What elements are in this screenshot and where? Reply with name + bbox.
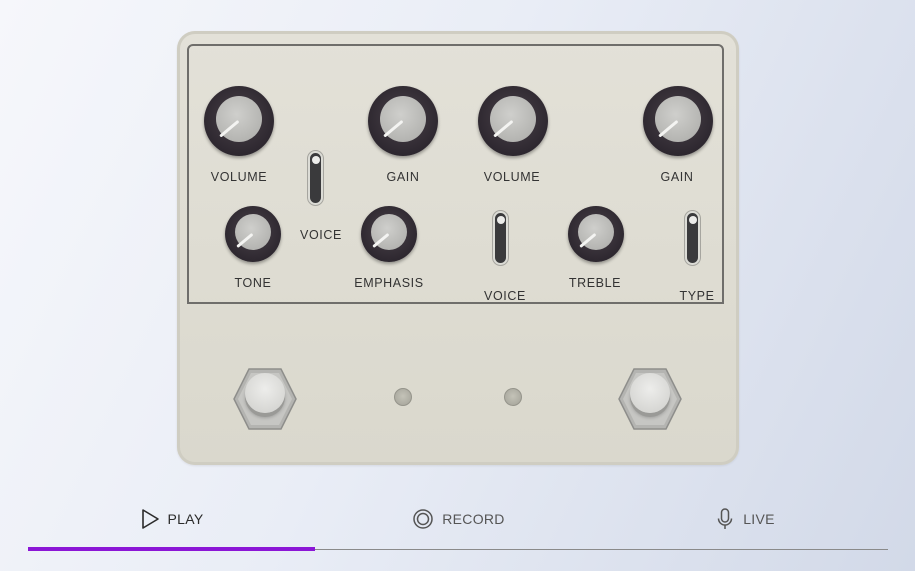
volume-label-right: VOLUME	[483, 170, 541, 184]
tab-play-label: PLAY	[167, 511, 204, 527]
treble-knob[interactable]	[568, 206, 624, 262]
tab-play[interactable]: PLAY	[28, 490, 315, 548]
volume-knob-right[interactable]	[478, 86, 548, 156]
led-left	[394, 388, 412, 406]
footswitch-right[interactable]	[618, 367, 682, 431]
tab-record[interactable]: RECORD	[315, 490, 602, 548]
volume-label-left: VOLUME	[210, 170, 268, 184]
gain-label-right: GAIN	[660, 170, 694, 184]
microphone-icon	[715, 507, 735, 531]
voice-label-left: VOICE	[300, 228, 342, 242]
pedal-enclosure: VOLUME VOICE GAIN TONE EMPHASIS VOLUME G…	[177, 31, 739, 465]
tab-live[interactable]: LIVE	[602, 490, 888, 548]
record-icon	[412, 508, 434, 530]
treble-label: TREBLE	[568, 276, 622, 290]
type-toggle[interactable]	[685, 211, 700, 265]
voice-label-right: VOICE	[484, 289, 526, 303]
tone-knob[interactable]	[225, 206, 281, 262]
gain-label-left: GAIN	[386, 170, 420, 184]
footswitch-left[interactable]	[233, 367, 297, 431]
volume-knob-left[interactable]	[204, 86, 274, 156]
voice-toggle-right[interactable]	[493, 211, 508, 265]
gain-knob-right[interactable]	[643, 86, 713, 156]
tab-record-label: RECORD	[442, 511, 505, 527]
active-tab-indicator	[28, 547, 315, 551]
emphasis-knob[interactable]	[361, 206, 417, 262]
mode-tabs: PLAY RECORD LIVE	[28, 490, 888, 551]
emphasis-label: EMPHASIS	[354, 276, 424, 290]
play-icon	[140, 508, 160, 530]
gain-knob-left[interactable]	[368, 86, 438, 156]
tone-label: TONE	[234, 276, 272, 290]
type-label: TYPE	[679, 289, 715, 303]
tab-live-label: LIVE	[743, 511, 775, 527]
led-right	[504, 388, 522, 406]
voice-toggle-left[interactable]	[308, 151, 323, 205]
